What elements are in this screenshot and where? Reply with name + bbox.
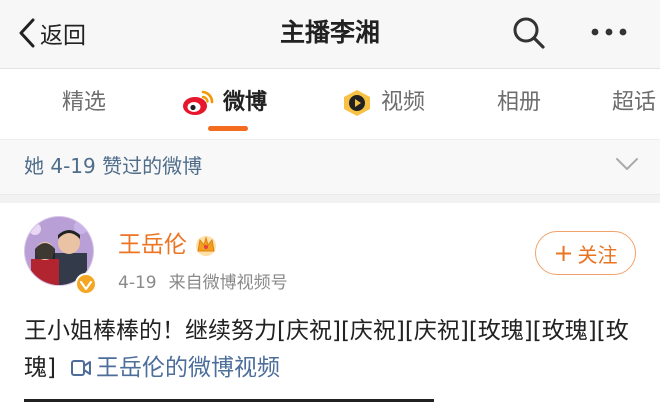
- more-dots-icon: [591, 28, 627, 36]
- post-source[interactable]: 来自微博视频号: [169, 273, 288, 293]
- section-divider: [0, 195, 660, 203]
- video-link[interactable]: 王岳伦的微博视频: [56, 355, 280, 381]
- post-date: 4-19: [118, 273, 157, 293]
- tab-label: 相册: [497, 90, 542, 115]
- plus-icon: +: [553, 239, 574, 267]
- tab-featured[interactable]: 精选: [62, 87, 106, 119]
- tab-label: 微博: [223, 90, 268, 115]
- top-nav-bar: 返回 主播李湘: [0, 0, 660, 69]
- follow-button[interactable]: + 关注: [535, 231, 636, 275]
- tab-supertopic[interactable]: 超话: [612, 87, 656, 119]
- video-link-label: 王岳伦的微博视频: [95, 355, 280, 381]
- page-title: 主播李湘: [279, 18, 380, 47]
- post-body: 王小姐棒棒的！继续努力[庆祝][庆祝][庆祝][玫瑰][玫瑰][玫瑰] 王岳伦的微…: [24, 313, 644, 387]
- tab-weibo[interactable]: 微博: [181, 87, 267, 119]
- weibo-icon: [183, 90, 214, 115]
- post-author[interactable]: 王岳伦: [118, 229, 219, 261]
- weibo-post-card: 王岳伦 4-19 来自微博视频号 + 关注 王小姐棒棒的！继续努力[庆祝][庆祝]…: [0, 203, 660, 402]
- crown-vip-icon: [196, 236, 216, 256]
- liked-posts-header[interactable]: 她 4-19 赞过的微博: [0, 140, 660, 195]
- tab-label: 超话: [612, 90, 657, 115]
- video-channel-icon: [344, 90, 370, 116]
- tab-album[interactable]: 相册: [497, 87, 541, 119]
- tab-label: 精选: [62, 90, 107, 115]
- follow-label: 关注: [577, 242, 618, 267]
- search-button[interactable]: [510, 14, 548, 56]
- profile-tabs: 精选 微博 视频 相册 超话: [0, 69, 660, 140]
- verified-badge-icon: [75, 273, 97, 295]
- liked-posts-title: 她 4-19 赞过的微博: [24, 154, 203, 178]
- search-icon: [513, 17, 545, 49]
- chevron-down-icon: [616, 158, 638, 170]
- post-meta: 4-19 来自微博视频号: [118, 271, 288, 295]
- tab-label: 视频: [381, 90, 426, 115]
- video-link-icon: [70, 360, 91, 376]
- tab-video[interactable]: 视频: [341, 87, 425, 119]
- author-name: 王岳伦: [118, 232, 187, 258]
- active-tab-indicator: [208, 126, 248, 131]
- more-button[interactable]: [588, 20, 630, 48]
